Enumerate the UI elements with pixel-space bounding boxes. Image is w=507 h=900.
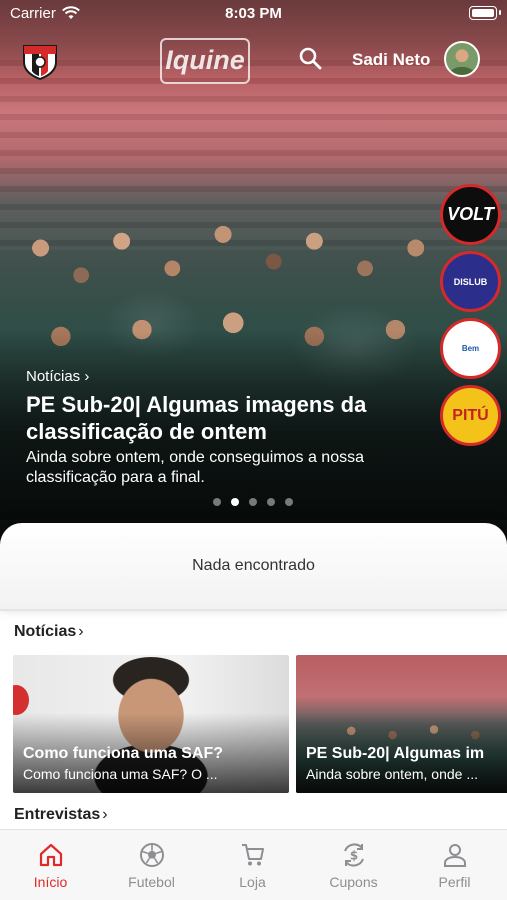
profile-icon	[444, 844, 466, 867]
pager-dot-active[interactable]	[231, 498, 239, 506]
pager-dot[interactable]	[267, 498, 275, 506]
carousel-pager[interactable]	[213, 498, 293, 506]
tab-inicio[interactable]: Início	[0, 830, 101, 900]
search-icon[interactable]	[298, 46, 322, 70]
partner-bem[interactable]: Bem	[440, 318, 501, 379]
divider	[0, 609, 507, 611]
partner-dislub[interactable]: DISLUB	[440, 251, 501, 312]
tab-label: Perfil	[438, 874, 471, 890]
home-icon	[39, 843, 63, 867]
hero-description: Ainda sobre ontem, onde conseguimos a no…	[26, 449, 364, 486]
news-card[interactable]: Como funciona uma SAF? Como funciona uma…	[13, 655, 289, 793]
pager-dot[interactable]	[285, 498, 293, 506]
tab-label: Futebol	[128, 874, 175, 890]
tab-label: Loja	[239, 874, 266, 890]
partner-volt-label: VOLT	[447, 204, 494, 224]
interviews-section-link[interactable]: Entrevistas ›	[14, 806, 108, 824]
chevron-right-icon: ›	[78, 623, 84, 640]
tab-cupons[interactable]: $ Cupons	[303, 830, 404, 900]
cart-icon	[242, 844, 264, 866]
chevron-right-icon: ›	[80, 368, 90, 385]
pager-dot[interactable]	[249, 498, 257, 506]
tab-bar: Início Futebol Loja $ Cupons Perfil	[0, 829, 507, 900]
soccer-ball-icon	[140, 843, 164, 867]
bottom-sheet[interactable]: Nada encontrado	[0, 523, 507, 610]
clock: 8:03 PM	[225, 5, 282, 22]
news-card[interactable]: PE Sub-20| Algumas im Ainda sobre ontem,…	[296, 655, 507, 793]
interviews-section-title: Entrevistas	[14, 806, 101, 823]
partner-volt[interactable]: VOLT	[440, 184, 501, 245]
status-bar: Carrier 8:03 PM	[0, 0, 507, 28]
partner-dislub-label: DISLUB	[453, 276, 488, 287]
club-crest-icon[interactable]	[20, 40, 60, 80]
news-section-link[interactable]: Notícias ›	[14, 623, 84, 641]
news-section-title: Notícias	[14, 623, 77, 640]
tab-label: Cupons	[329, 874, 378, 890]
news-card-description: Como funciona uma SAF? O ...	[23, 766, 218, 782]
pager-dot[interactable]	[213, 498, 221, 506]
empty-state-text: Nada encontrado	[192, 557, 315, 574]
user-name[interactable]: Sadi Neto	[352, 50, 430, 70]
sponsor-sign-text: Iquine	[165, 45, 245, 75]
chevron-right-icon: ›	[102, 806, 108, 823]
tab-loja[interactable]: Loja	[202, 830, 303, 900]
hero-title[interactable]: PE Sub-20| Algumas imagens da classifica…	[26, 391, 456, 445]
news-card-description: Ainda sobre ontem, onde ...	[306, 766, 478, 782]
tab-perfil[interactable]: Perfil	[404, 830, 505, 900]
tab-label: Início	[33, 874, 68, 890]
news-card-title: PE Sub-20| Algumas im	[306, 745, 485, 762]
news-card-title: Como funciona uma SAF?	[23, 745, 223, 762]
hero-category-link[interactable]: Notícias ›	[26, 368, 89, 385]
hero-category-label: Notícias	[26, 368, 81, 385]
avatar[interactable]	[444, 41, 480, 77]
sponsor-sign: Iquine	[160, 38, 250, 84]
partner-pitu-label: PITÚ	[452, 406, 489, 424]
tab-futebol[interactable]: Futebol	[101, 830, 202, 900]
battery-icon	[469, 6, 501, 20]
partner-bem-label: Bem	[461, 344, 480, 353]
news-carousel[interactable]: Como funciona uma SAF? Como funciona uma…	[13, 655, 507, 793]
svg-text:$: $	[350, 849, 358, 863]
coupon-icon: $	[344, 843, 364, 867]
